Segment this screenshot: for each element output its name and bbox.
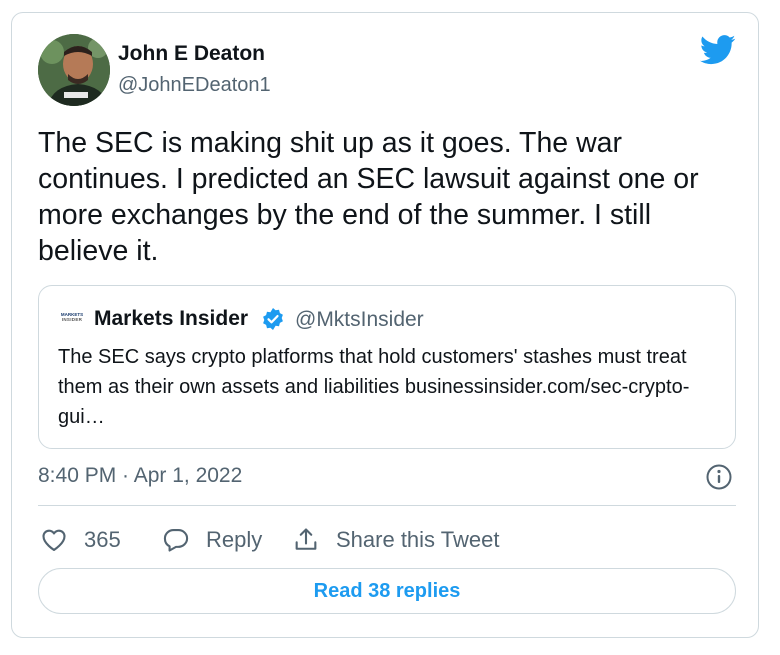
info-icon[interactable] — [705, 463, 733, 491]
markets-insider-logo: MARKETS INSIDER — [59, 312, 85, 328]
quote-author-name: Markets Insider — [94, 307, 249, 330]
heart-icon — [42, 529, 66, 551]
avatar-image — [38, 34, 110, 106]
author-handle[interactable]: @JohnEDeaton1 — [118, 74, 271, 97]
quoted-tweet[interactable]: MARKETS INSIDER Markets Insider @MktsIns… — [38, 285, 736, 449]
tweet-text: The SEC is making shit up as it goes. Th… — [38, 127, 699, 267]
tweet-card: John E Deaton @JohnEDeaton1 The SEC is m… — [11, 12, 759, 638]
share-button[interactable]: Share this Tweet — [292, 525, 499, 555]
read-replies-button[interactable]: Read 38 replies — [38, 568, 736, 614]
reply-button[interactable]: Reply — [162, 525, 262, 555]
verified-badge-icon — [263, 308, 283, 330]
share-label: Share this Tweet — [336, 527, 500, 552]
share-icon — [295, 528, 317, 550]
like-button[interactable]: 365 — [40, 525, 121, 555]
like-count: 365 — [84, 527, 121, 552]
tweet-timestamp[interactable]: 8:40 PM · Apr 1, 2022 — [38, 464, 242, 488]
quote-text: The SEC says crypto platforms that hold … — [58, 346, 690, 428]
reply-label: Reply — [206, 527, 263, 552]
author-name[interactable]: John E Deaton — [118, 42, 265, 66]
quote-author-handle: @MktsInsider — [295, 308, 424, 331]
twitter-bird-icon[interactable] — [700, 35, 736, 65]
author-avatar[interactable] — [38, 34, 110, 106]
reply-icon — [163, 529, 189, 552]
logo-line-2: INSIDER — [61, 317, 83, 322]
divider — [38, 505, 736, 506]
